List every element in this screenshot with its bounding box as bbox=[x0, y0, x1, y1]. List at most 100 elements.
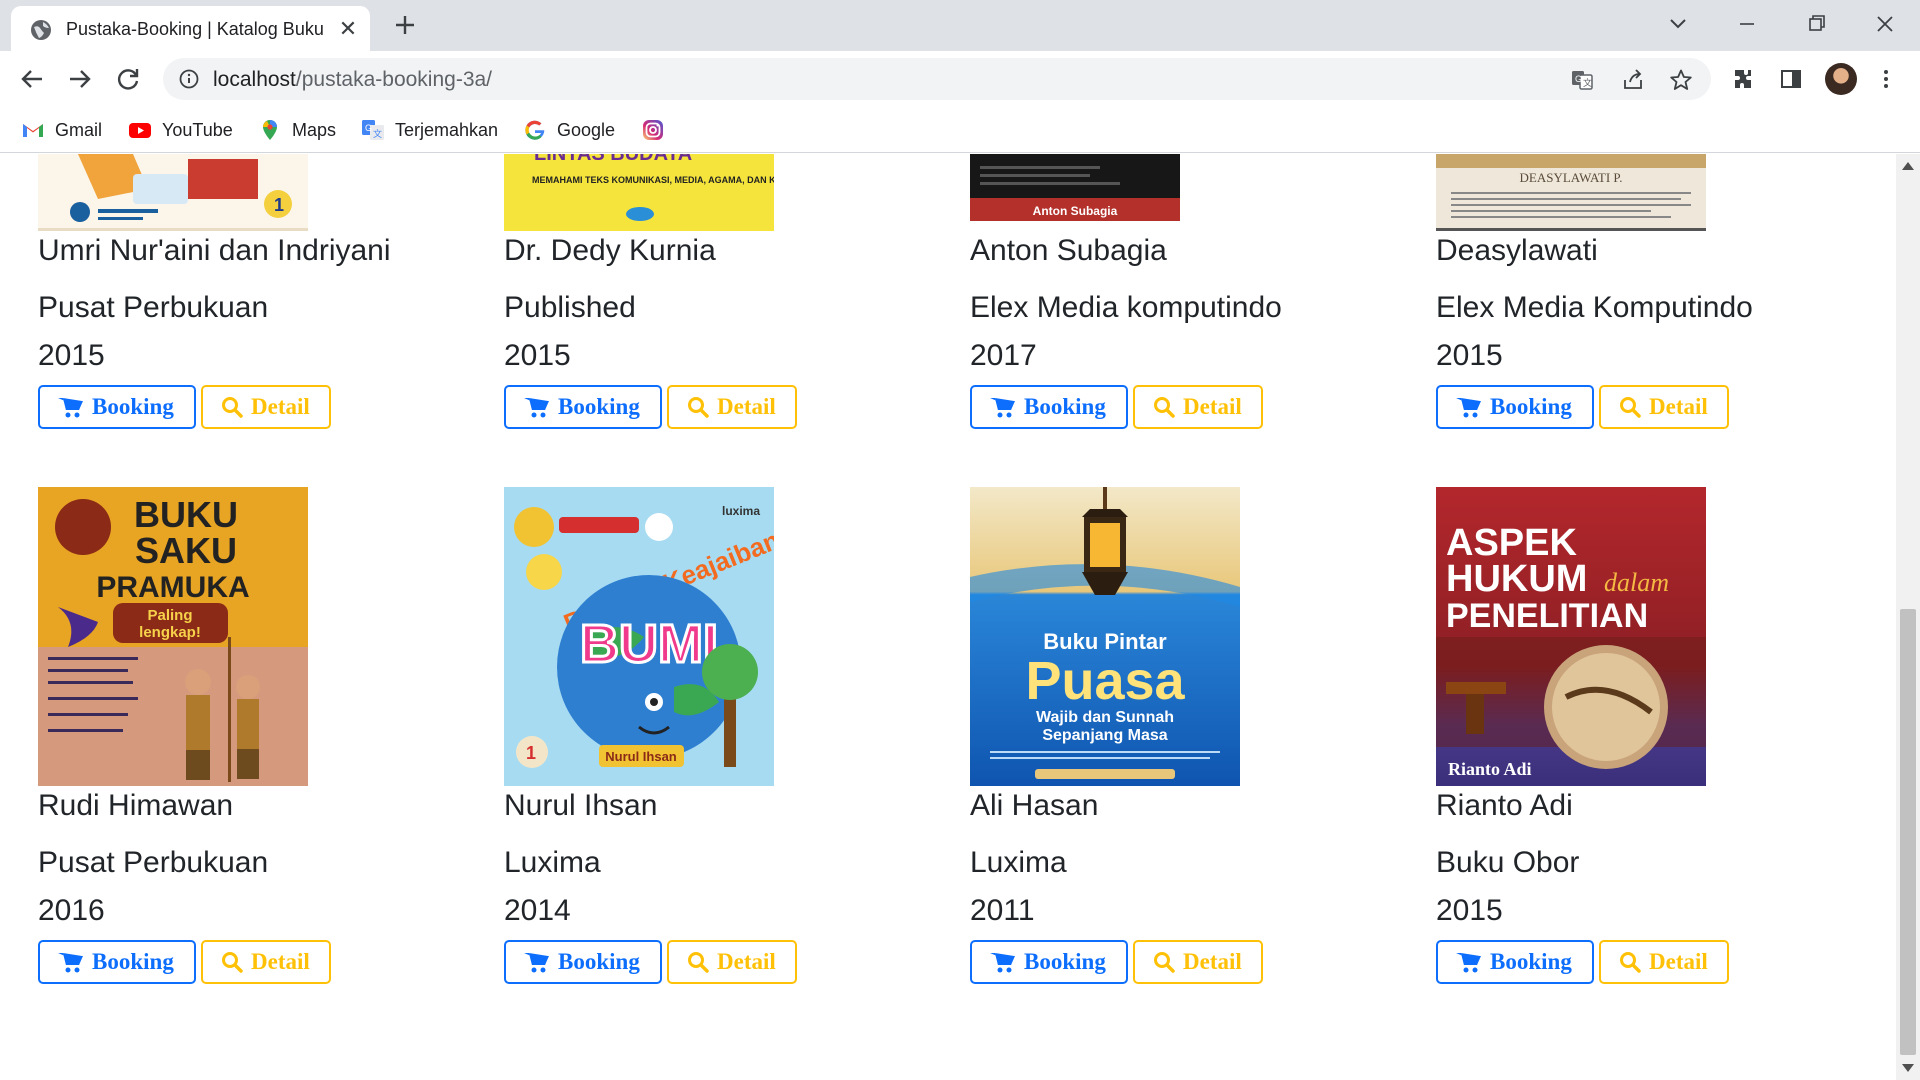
booking-button[interactable]: Booking bbox=[1436, 940, 1594, 984]
detail-label: Detail bbox=[717, 949, 776, 974]
address-bar[interactable]: localhost/pustaka-booking-3a/ G 文 bbox=[163, 58, 1711, 100]
scroll-down-arrow-icon[interactable] bbox=[1902, 1064, 1914, 1072]
scroll-up-arrow-icon[interactable] bbox=[1902, 162, 1914, 170]
cart-icon bbox=[1456, 398, 1481, 418]
booking-label: Booking bbox=[1024, 394, 1106, 419]
book-cover-image[interactable]: 1 bbox=[38, 154, 308, 231]
gmail-icon bbox=[23, 124, 43, 137]
booking-button[interactable]: Booking bbox=[970, 385, 1128, 429]
url-host: localhost bbox=[213, 68, 296, 91]
search-icon bbox=[1620, 397, 1641, 418]
bookmark-gmail[interactable]: Gmail bbox=[21, 117, 102, 143]
svg-text:luxima: luxima bbox=[722, 504, 760, 518]
bookmark-label: Gmail bbox=[55, 119, 103, 140]
more-menu-icon[interactable] bbox=[1874, 67, 1898, 91]
book-cover-image[interactable]: luxima Rahasia Keajaiban BUMI Nurul Ihsa… bbox=[504, 487, 774, 786]
detail-button[interactable]: Detail bbox=[1133, 940, 1263, 984]
book-cover-image[interactable]: BUKU SAKU PRAMUKA Paling lengkap! bbox=[38, 487, 308, 786]
cover-text: DEASYLAWATI P. bbox=[1520, 170, 1623, 185]
minimize-icon[interactable] bbox=[1725, 6, 1769, 42]
close-tab-icon[interactable]: ✕ bbox=[336, 17, 360, 41]
cover-art: BUKU SAKU PRAMUKA Paling lengkap! bbox=[38, 487, 308, 786]
page-scrollbar[interactable] bbox=[1896, 154, 1920, 1080]
browser-toolbar: localhost/pustaka-booking-3a/ G 文 bbox=[0, 51, 1920, 107]
booking-button[interactable]: Booking bbox=[504, 940, 662, 984]
book-cover-image[interactable]: DEASYLAWATI P. bbox=[1436, 154, 1706, 231]
book-cover-image[interactable]: ASPEK HUKUM dalam PENELITIAN Rianto Adi bbox=[1436, 487, 1706, 786]
book-publisher: Luxima bbox=[504, 846, 601, 879]
new-tab-icon[interactable] bbox=[390, 10, 420, 40]
detail-button[interactable]: Detail bbox=[1133, 385, 1263, 429]
search-icon bbox=[222, 397, 243, 418]
bookmark-youtube[interactable]: YouTube bbox=[128, 117, 233, 143]
detail-button[interactable]: Detail bbox=[201, 940, 331, 984]
detail-button[interactable]: Detail bbox=[667, 385, 797, 429]
search-icon bbox=[688, 952, 709, 973]
book-cover-image[interactable]: Buku Pintar Puasa Wajib dan Sunnah Sepan… bbox=[970, 487, 1240, 786]
profile-avatar[interactable] bbox=[1825, 63, 1857, 95]
detail-label: Detail bbox=[717, 394, 776, 419]
bookmark-google[interactable]: Google bbox=[523, 117, 615, 143]
tab-title: Pustaka-Booking | Katalog Buku bbox=[66, 19, 324, 39]
detail-button[interactable]: Detail bbox=[1599, 940, 1729, 984]
booking-label: Booking bbox=[1490, 394, 1572, 419]
bookmark-maps[interactable]: Maps bbox=[258, 117, 336, 143]
svg-text:PRAMUKA: PRAMUKA bbox=[96, 571, 249, 604]
cover-art: Buku Pintar Puasa Wajib dan Sunnah Sepan… bbox=[970, 487, 1240, 786]
restore-icon[interactable] bbox=[1794, 6, 1838, 42]
booking-button[interactable]: Booking bbox=[38, 385, 196, 429]
book-publisher: Luxima bbox=[970, 846, 1067, 879]
booking-button[interactable]: Booking bbox=[970, 940, 1128, 984]
bookmark-label: Terjemahkan bbox=[395, 119, 499, 140]
cover-art: 1 bbox=[38, 154, 308, 231]
bookmark-terjemahkan[interactable]: G 文 Terjemahkan bbox=[361, 117, 498, 143]
detail-button[interactable]: Detail bbox=[201, 385, 331, 429]
booking-button[interactable]: Booking bbox=[1436, 385, 1594, 429]
cover-art: luxima Rahasia Keajaiban BUMI Nurul Ihsa… bbox=[504, 487, 774, 786]
svg-text:lengkap!: lengkap! bbox=[139, 624, 201, 641]
translate-page-icon[interactable]: G 文 bbox=[1570, 68, 1594, 92]
back-arrow-icon[interactable] bbox=[14, 61, 50, 97]
cart-icon bbox=[58, 398, 83, 418]
book-year: 2017 bbox=[970, 339, 1037, 372]
detail-label: Detail bbox=[251, 949, 310, 974]
svg-text:1: 1 bbox=[274, 195, 284, 215]
instagram-icon bbox=[643, 120, 663, 140]
side-panel-icon[interactable] bbox=[1779, 67, 1803, 91]
scrollbar-thumb[interactable] bbox=[1900, 609, 1916, 1055]
search-icon bbox=[1154, 397, 1175, 418]
book-author: Nurul Ihsan bbox=[504, 789, 658, 822]
cart-icon bbox=[524, 398, 549, 418]
book-cover-image[interactable]: LINTAS BUDAYA MEMAHAMI TEKS KOMUNIKASI, … bbox=[504, 154, 774, 231]
detail-button[interactable]: Detail bbox=[1599, 385, 1729, 429]
detail-label: Detail bbox=[1649, 394, 1708, 419]
book-author: Ali Hasan bbox=[970, 789, 1099, 822]
site-info-icon[interactable] bbox=[179, 69, 199, 89]
book-author: Rudi Himawan bbox=[38, 789, 234, 822]
tab-search-icon[interactable] bbox=[1656, 6, 1700, 42]
svg-text:G: G bbox=[365, 123, 372, 133]
detail-label: Detail bbox=[1649, 949, 1708, 974]
book-author: Dr. Dedy Kurnia bbox=[504, 234, 716, 267]
bookmark-star-icon[interactable] bbox=[1669, 68, 1693, 92]
extensions-icon[interactable] bbox=[1731, 67, 1755, 91]
close-window-icon[interactable] bbox=[1863, 6, 1907, 42]
book-year: 2015 bbox=[1436, 894, 1503, 927]
booking-label: Booking bbox=[1024, 949, 1106, 974]
svg-text:G: G bbox=[1575, 74, 1582, 84]
book-year: 2011 bbox=[970, 894, 1035, 927]
detail-button[interactable]: Detail bbox=[667, 940, 797, 984]
search-icon bbox=[688, 397, 709, 418]
book-cover-image[interactable]: Anton Subagia bbox=[970, 154, 1180, 221]
bookmark-instagram[interactable] bbox=[641, 117, 665, 143]
svg-text:Sepanjang Masa: Sepanjang Masa bbox=[1042, 727, 1167, 744]
forward-arrow-icon[interactable] bbox=[62, 61, 98, 97]
booking-button[interactable]: Booking bbox=[504, 385, 662, 429]
booking-button[interactable]: Booking bbox=[38, 940, 196, 984]
booking-label: Booking bbox=[1490, 949, 1572, 974]
cover-text: Rianto Adi bbox=[1448, 759, 1532, 779]
share-icon[interactable] bbox=[1621, 68, 1645, 92]
reload-icon[interactable] bbox=[110, 61, 146, 97]
booking-label: Booking bbox=[92, 949, 174, 974]
browser-tab[interactable]: Pustaka-Booking | Katalog Buku ✕ bbox=[11, 6, 370, 51]
